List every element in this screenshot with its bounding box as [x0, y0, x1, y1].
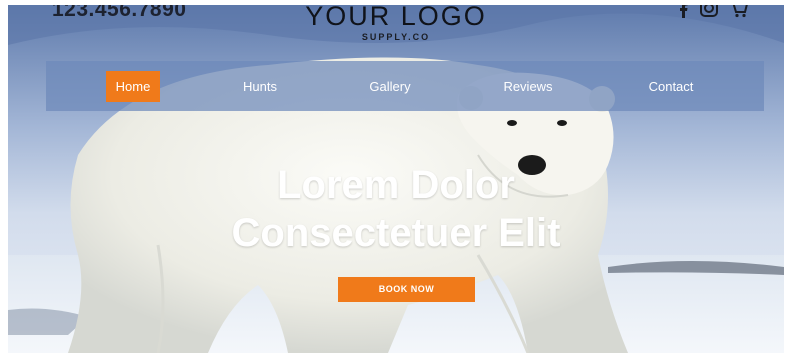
facebook-icon[interactable]: [680, 5, 688, 23]
nav-item-home[interactable]: Home: [106, 71, 160, 102]
nav-item-gallery[interactable]: Gallery: [358, 71, 422, 102]
nav-item-contact[interactable]: Contact: [636, 71, 706, 102]
cart-icon[interactable]: [730, 5, 748, 23]
logo-title[interactable]: YOUR LOGO: [8, 5, 784, 32]
hero-headline-line1: Lorem Dolor: [277, 163, 515, 207]
instagram-icon[interactable]: [700, 5, 718, 23]
social-links: [680, 5, 748, 23]
nav-item-reviews[interactable]: Reviews: [493, 71, 563, 102]
logo-subtitle: SUPPLY.CO: [361, 32, 431, 42]
nav-item-hunts[interactable]: Hunts: [230, 71, 290, 102]
hero-banner: 123.456.7890 YOUR LOGO SUPPLY.CO Home Hu…: [8, 5, 784, 353]
book-now-button[interactable]: BOOK NOW: [338, 277, 475, 302]
main-navigation: Home Hunts Gallery Reviews Contact: [46, 61, 764, 111]
hero-headline-line2: Consectetuer Elit: [231, 211, 561, 255]
